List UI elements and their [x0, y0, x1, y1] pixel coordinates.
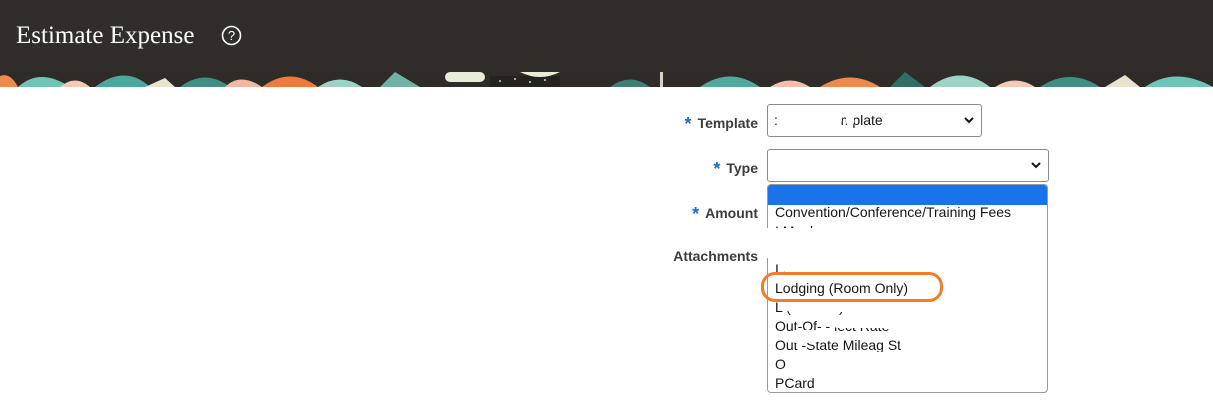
required-marker: *: [684, 114, 692, 134]
redaction-mask: [790, 352, 940, 374]
redaction-mask: [785, 298, 895, 312]
redaction-mask: [762, 228, 902, 258]
dropdown-option[interactable]: PCard: [768, 374, 1047, 392]
template-label: * Template: [684, 114, 758, 134]
required-marker: *: [713, 159, 721, 179]
redaction-mask: [900, 335, 975, 351]
type-label: * Type: [713, 159, 758, 179]
chevron-down-icon: [1031, 162, 1041, 169]
redaction-mask: [780, 258, 945, 272]
redaction-mask: [780, 112, 842, 126]
redaction-mask: [790, 330, 820, 343]
decorative-banner: [0, 72, 1213, 87]
attachments-label: Attachments: [673, 248, 758, 264]
redaction-mask: [846, 112, 854, 126]
chevron-down-icon: [964, 117, 974, 124]
redaction-mask: [832, 316, 912, 328]
amount-label: * Amount: [692, 204, 758, 224]
dropdown-option[interactable]: Convention/Conference/Training Fees: [768, 203, 1047, 222]
dropdown-option[interactable]: [768, 185, 1047, 205]
page-header: Estimate Expense ?: [0, 0, 1213, 72]
type-select[interactable]: [767, 149, 1049, 182]
dropdown-option[interactable]: Lodging (Room Only): [768, 279, 1047, 298]
page-title: Estimate Expense: [16, 22, 195, 49]
svg-text:?: ?: [228, 28, 235, 43]
required-marker: *: [692, 204, 700, 224]
help-circle-icon[interactable]: ?: [221, 25, 242, 46]
